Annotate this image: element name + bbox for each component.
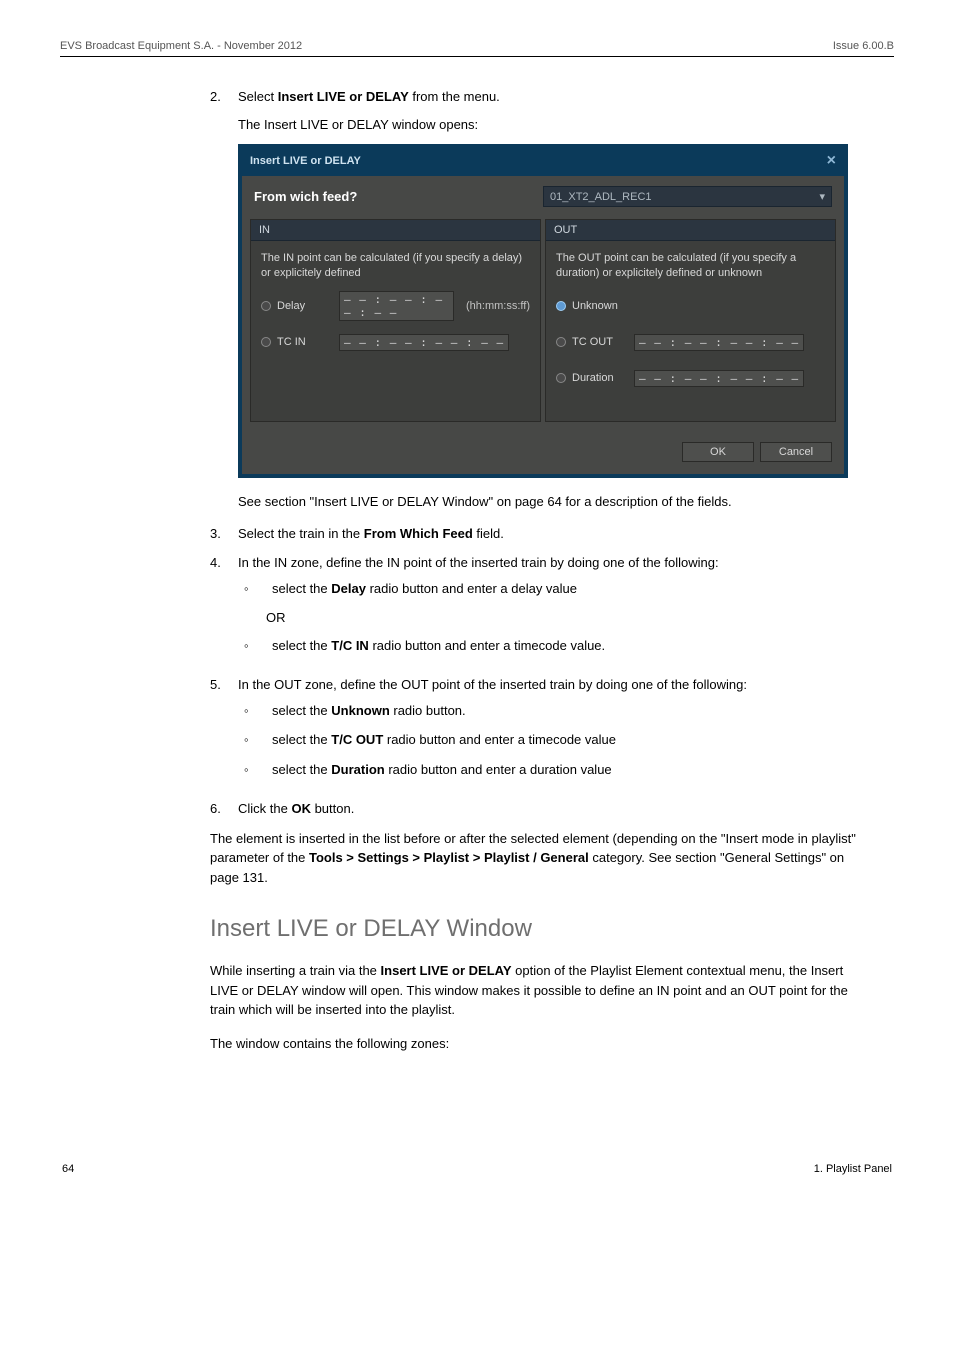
feed-value: 01_XT2_ADL_REC1 [550, 191, 652, 203]
page-header: EVS Broadcast Equipment S.A. - November … [60, 40, 894, 57]
in-desc: The IN point can be calculated (if you s… [261, 251, 530, 281]
tcout-radio[interactable] [556, 337, 566, 347]
unknown-label: Unknown [572, 300, 628, 312]
step2-sub: The Insert LIVE or DELAY window opens: [238, 115, 864, 135]
section-p1: While inserting a train via the Insert L… [210, 961, 864, 1020]
step4-opt1: select the Delay radio button and enter … [272, 579, 577, 599]
delay-value[interactable]: – – : – – : – – : – – [339, 291, 454, 321]
step6-text: Click the OK button. [238, 799, 864, 819]
page-number: 64 [62, 1163, 74, 1175]
tcin-value[interactable]: – – : – – : – – : – – [339, 334, 509, 351]
tcin-radio[interactable] [261, 337, 271, 347]
step2-text: Select Insert LIVE or DELAY from the men… [238, 87, 864, 107]
step3-text: Select the train in the From Which Feed … [238, 524, 864, 544]
unknown-radio[interactable] [556, 301, 566, 311]
tail-paragraph: The element is inserted in the list befo… [210, 829, 864, 888]
out-desc: The OUT point can be calculated (if you … [556, 251, 825, 281]
in-pane: IN The IN point can be calculated (if yo… [250, 219, 541, 422]
tcout-value[interactable]: – – : – – : – – : – – [634, 334, 804, 351]
step-number: 4. [210, 553, 238, 665]
step5-opt3: select the Duration radio button and ent… [272, 760, 612, 780]
header-left: EVS Broadcast Equipment S.A. - November … [60, 40, 302, 52]
step-number: 5. [210, 675, 238, 789]
section-heading: Insert LIVE or DELAY Window [210, 915, 864, 943]
cancel-button[interactable]: Cancel [760, 442, 832, 462]
tcout-label: TC OUT [572, 336, 628, 348]
step-number: 6. [210, 799, 238, 819]
tcin-label: TC IN [277, 336, 333, 348]
out-header: OUT [546, 220, 835, 241]
feed-label: From wich feed? [254, 189, 543, 204]
after-dialog-text: See section "Insert LIVE or DELAY Window… [238, 492, 864, 512]
out-pane: OUT The OUT point can be calculated (if … [545, 219, 836, 422]
section-p2: The window contains the following zones: [210, 1034, 864, 1054]
close-icon[interactable]: × [827, 152, 836, 170]
duration-label: Duration [572, 372, 628, 384]
delay-label: Delay [277, 300, 333, 312]
ok-button[interactable]: OK [682, 442, 754, 462]
delay-radio[interactable] [261, 301, 271, 311]
header-right: Issue 6.00.B [833, 40, 894, 52]
duration-value[interactable]: – – : – – : – – : – – [634, 370, 804, 387]
chevron-down-icon: ▾ [819, 190, 825, 203]
step4-opt2: select the T/C IN radio button and enter… [272, 636, 605, 656]
step4-text: In the IN zone, define the IN point of t… [238, 553, 864, 573]
step4-or: OR [266, 608, 864, 628]
page-footer: 64 1. Playlist Panel [60, 1163, 894, 1175]
feed-select[interactable]: 01_XT2_ADL_REC1 ▾ [543, 186, 832, 207]
delay-suffix: (hh:mm:ss:ff) [466, 300, 530, 312]
step5-text: In the OUT zone, define the OUT point of… [238, 675, 864, 695]
step5-opt1: select the Unknown radio button. [272, 701, 466, 721]
step-number: 2. [210, 87, 238, 134]
dialog-screenshot: Insert LIVE or DELAY × From wich feed? 0… [238, 144, 864, 478]
footer-right: 1. Playlist Panel [814, 1163, 892, 1175]
in-header: IN [251, 220, 540, 241]
dialog-title: Insert LIVE or DELAY [250, 155, 361, 167]
duration-radio[interactable] [556, 373, 566, 383]
step-number: 3. [210, 524, 238, 544]
step5-opt2: select the T/C OUT radio button and ente… [272, 730, 616, 750]
